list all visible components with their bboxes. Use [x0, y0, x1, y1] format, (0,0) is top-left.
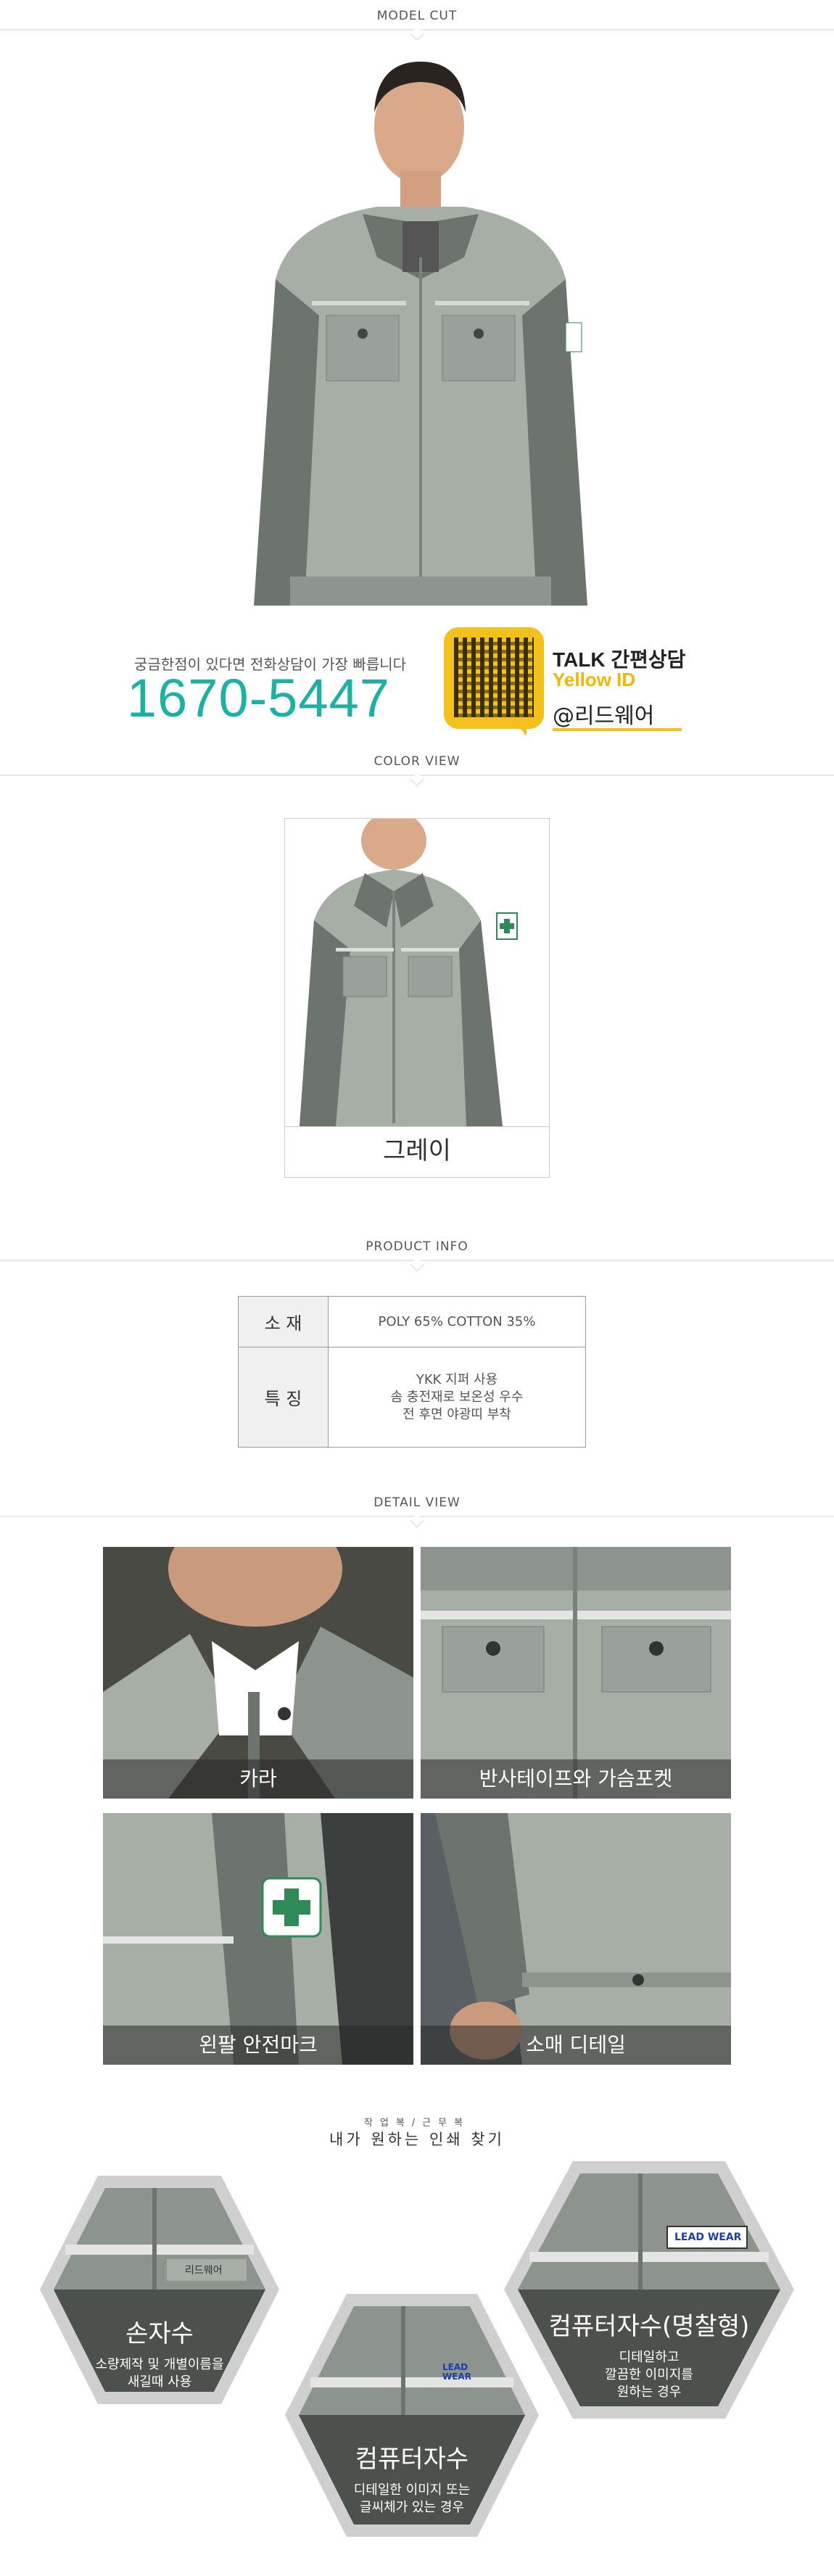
desc-line: 디테일하고: [619, 2350, 680, 2365]
section-header-model-cut: MODEL CUT: [0, 0, 834, 41]
detail-caption: 반사테이프와 가슴포켓: [421, 1759, 731, 1799]
feature-item: YKK 지퍼 사용: [416, 1371, 498, 1387]
detail-caption: 왼팔 안전마크: [103, 2026, 413, 2065]
print-option-title: 컴퓨터자수(명찰형): [548, 2312, 750, 2341]
patch-text: 리드웨어: [185, 2265, 223, 2276]
spec-value: POLY 65% COTTON 35%: [328, 1296, 586, 1347]
print-option-title: 손자수: [125, 2319, 194, 2348]
desc-line: 새길때 사용: [127, 2374, 192, 2390]
section-title: COLOR VIEW: [373, 754, 461, 769]
divider: [285, 1126, 549, 1127]
print-option-desc: 디테일하고 깔끔한 이미지를 원하는 경우: [500, 2349, 798, 2401]
model-photo: [0, 40, 834, 620]
section-header-color-view: COLOR VIEW: [0, 746, 834, 787]
print-option-text: 컴퓨터자수(명찰형) 디테일하고 깔끔한 이미지를 원하는 경우: [500, 2306, 798, 2401]
patch-text: LEAD WEAR: [442, 2362, 471, 2382]
print-option-hand-embroidery[interactable]: 손자수 소량제작 및 개별이름을 새길때 사용 리드웨어: [36, 2172, 283, 2408]
spec-row-features: 특 징 YKK 지퍼 사용 솜 충전재로 보온성 우수 전 후면 야광띠 부착: [238, 1347, 586, 1448]
find-title: 내가 원하는 인쇄 찾기: [329, 2131, 505, 2148]
spec-table: 소 재 POLY 65% COTTON 35% 특 징 YKK 지퍼 사용 솜 …: [238, 1296, 586, 1448]
feature-item: 솜 충전재로 보온성 우수: [390, 1389, 524, 1405]
talk-underline: [553, 728, 682, 731]
desc-line: 글씨체가 있는 경우: [360, 2500, 464, 2515]
feature-item: 전 후면 야광띠 부착: [402, 1406, 511, 1422]
print-option-desc: 디테일한 이미지 또는 글씨체가 있는 경우: [281, 2482, 542, 2517]
print-option-name-tag-embroidery[interactable]: LEAD WEAR 컴퓨터자수(명찰형) 디테일하고 깔끔한 이미지를 원하는 …: [500, 2158, 798, 2422]
print-option-text: 컴퓨터자수 디테일한 이미지 또는 글씨체가 있는 경우: [281, 2439, 542, 2517]
phone-number[interactable]: 1670-5447: [127, 667, 390, 729]
section-header-detail-view: DETAIL VIEW: [0, 1487, 834, 1528]
detail-sleeve: 소매 디테일: [421, 1813, 731, 2065]
print-option-text: 손자수 소량제작 및 개별이름을 새길때 사용: [36, 2313, 283, 2391]
desc-line: 소량제작 및 개별이름을: [95, 2357, 224, 2372]
print-option-desc: 소량제작 및 개별이름을 새길때 사용: [36, 2356, 283, 2391]
desc-line: 디테일한 이미지 또는: [353, 2482, 471, 2498]
spec-label: 소 재: [238, 1296, 329, 1347]
section-title: PRODUCT INFO: [366, 1239, 468, 1254]
detail-safety-mark: 왼팔 안전마크: [103, 1813, 413, 2065]
patch-text: LEAD WEAR: [674, 2232, 742, 2243]
spec-row-material: 소 재 POLY 65% COTTON 35%: [238, 1296, 586, 1347]
desc-line: 깔끔한 이미지를: [605, 2367, 693, 2382]
section-title: MODEL CUT: [376, 9, 458, 23]
desc-line: 원하는 경우: [616, 2385, 682, 2400]
color-option-photo: [285, 812, 549, 1126]
detail-reflective-pocket: 반사테이프와 가슴포켓: [421, 1547, 731, 1799]
color-option-card[interactable]: 그레이: [284, 812, 550, 1178]
section-header-product-info: PRODUCT INFO: [0, 1231, 834, 1272]
talk-id[interactable]: @리드웨어: [553, 698, 654, 730]
qr-code-icon[interactable]: [444, 627, 544, 736]
color-option-label: 그레이: [383, 1136, 451, 1165]
print-option-title: 컴퓨터자수: [355, 2445, 469, 2474]
spec-value: YKK 지퍼 사용 솜 충전재로 보온성 우수 전 후면 야광띠 부착: [328, 1347, 586, 1448]
spec-label: 특 징: [238, 1347, 329, 1448]
talk-subtitle: Yellow ID: [553, 669, 636, 690]
detail-caption: 카라: [103, 1759, 413, 1799]
detail-collar: 카라: [103, 1547, 413, 1799]
section-title: DETAIL VIEW: [373, 1495, 461, 1510]
detail-caption: 소매 디테일: [421, 2026, 731, 2065]
find-subtitle: 작업복/근무복: [363, 2118, 471, 2129]
